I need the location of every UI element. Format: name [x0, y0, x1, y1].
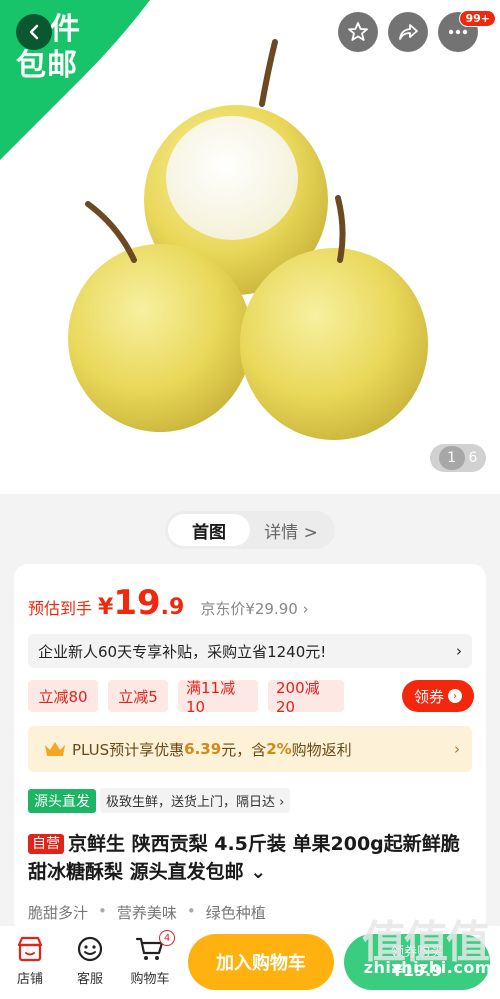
crown-icon — [45, 742, 65, 756]
product-title-text: 京鲜生 陕西贡梨 4.5斤装 单果200g起新鲜脆甜冰糖酥梨 源头直发包邮 ⌄ — [28, 833, 460, 883]
coupon-tag[interactable]: 立减80 — [28, 680, 98, 712]
origin-direct-text: 极致生鲜，送货上门，隔日达 › — [100, 788, 291, 813]
price-currency: ¥ — [98, 595, 114, 620]
plus-discount-banner[interactable]: PLUS预计享优惠 6.39 元，含 2% 购物返利 › — [28, 726, 472, 772]
coupon-tag[interactable]: 立减5 — [108, 680, 168, 712]
get-coupon-button[interactable]: 领券 › — [402, 680, 474, 712]
plus-rebate: 2% — [266, 740, 292, 758]
plus-amount: 6.39 — [184, 740, 222, 758]
subsidy-text: 企业新人60天专享补贴，采购立省1240元! — [38, 642, 327, 661]
price-row: 预估到手 ¥ 19 .9 京东价¥29.90 › — [28, 586, 309, 620]
share-button[interactable] — [388, 12, 428, 52]
feature-tag: 脆甜多汁 — [28, 904, 89, 922]
customer-service-button[interactable]: 客服 — [62, 934, 118, 987]
coupon-tag[interactable]: 200减20 — [268, 679, 344, 716]
enterprise-subsidy-banner[interactable]: 企业新人60天专享补贴，采购立省1240元! › — [28, 634, 472, 668]
origin-direct-row[interactable]: 源头直发 极致生鲜，送货上门，隔日达 › — [28, 788, 291, 813]
feature-tags: 脆甜多汁 • 营养美味 • 绿色种植 — [28, 902, 266, 922]
customer-service-label: 客服 — [76, 972, 103, 987]
back-button[interactable] — [16, 14, 52, 50]
pager-current: 1 — [438, 446, 465, 470]
cart-count-badge: 4 — [159, 930, 175, 946]
plus-prefix: PLUS预计享优惠 — [72, 740, 185, 759]
chevron-right-icon: › — [454, 740, 460, 758]
chevron-right-icon: › — [456, 642, 462, 660]
share-icon — [399, 24, 418, 40]
customer-service-icon — [77, 936, 103, 962]
store-icon — [17, 936, 43, 962]
pager-total: 6 — [468, 450, 478, 466]
message-count-badge: 99+ — [459, 10, 496, 27]
price-decimal: .9 — [160, 595, 185, 620]
product-title: 自营 京鲜生 陕西贡梨 4.5斤装 单果200g起新鲜脆甜冰糖酥梨 源头直发包邮 … — [28, 830, 476, 886]
store-label: 店铺 — [16, 972, 43, 987]
self-operated-tag: 自营 — [28, 834, 64, 854]
image-pager: 1 6 — [430, 444, 486, 472]
watermark-text: zhizhizhi.com — [363, 958, 492, 977]
coupon-row: 立减80 立减5 满11减10 200减20 领券 › — [28, 679, 474, 716]
price-integer: 19 — [113, 583, 161, 623]
add-to-cart-button[interactable]: 加入购物车 — [188, 934, 334, 990]
cart-button[interactable]: 4 购物车 — [122, 930, 178, 987]
product-info-card: 预估到手 ¥ 19 .9 京东价¥29.90 › 企业新人60天专享补贴，采购立… — [14, 564, 486, 934]
estimated-price-label: 预估到手 — [28, 599, 93, 618]
product-image-carousel[interactable]: 件 包邮 99+ 1 6 — [0, 0, 500, 494]
tab-main-image[interactable]: 首图 — [168, 514, 250, 546]
jd-price-link[interactable]: 京东价¥29.90 › — [200, 598, 308, 619]
plus-suffix: 购物返利 — [291, 740, 352, 759]
get-coupon-label: 领券 — [413, 687, 444, 706]
tab-details[interactable]: 详情 > — [250, 514, 332, 546]
free-ship-line2: 包邮 — [16, 48, 78, 83]
feature-tag: 绿色种植 — [205, 904, 266, 922]
chevron-right-icon: › — [448, 689, 462, 703]
chevron-left-icon — [29, 24, 39, 40]
star-icon — [348, 22, 368, 41]
image-detail-tabs: 首图 详情 > — [165, 511, 335, 549]
cart-label: 购物车 — [130, 972, 170, 987]
coupon-tag[interactable]: 满11减10 — [178, 679, 258, 716]
feature-tag: 营养美味 — [116, 904, 177, 922]
origin-direct-tag: 源头直发 — [28, 788, 96, 813]
favorite-button[interactable] — [338, 12, 378, 52]
store-button[interactable]: 店铺 — [2, 934, 58, 987]
plus-middle: 元，含 — [221, 740, 267, 759]
